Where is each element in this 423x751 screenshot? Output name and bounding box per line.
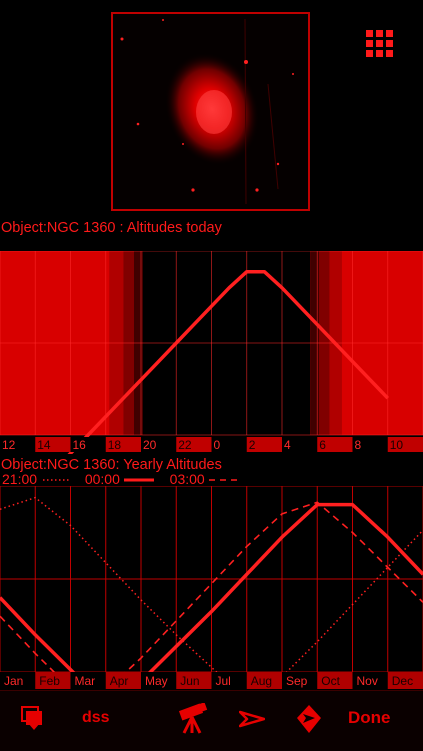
daily-hour-ticks: 12 14 16 18 20 22 0 2 4 6 8 10 (0, 437, 423, 452)
month-tick-label: Mar (75, 674, 96, 688)
hour-tick-label: 18 (108, 438, 122, 452)
legend-dotted-swatch (42, 479, 69, 482)
dss-button[interactable]: dss (82, 709, 110, 727)
month-tick-label: Jan (4, 674, 23, 688)
hour-tick-label: 20 (143, 438, 157, 452)
month-tick-label: Sep (286, 674, 308, 688)
month-tick-label: Feb (39, 674, 60, 688)
goto-target-icon[interactable] (296, 704, 322, 734)
legend-dashed-swatch (208, 479, 239, 482)
pointer-arrow-icon[interactable] (238, 710, 266, 728)
done-button[interactable]: Done (348, 708, 391, 728)
yearly-altitude-chart: Jan Feb Mar Apr May Jun Jul Aug Sep Oct Nov Dec (0, 486, 423, 689)
yearly-legend: 21:00 00:00 03:00 (2, 471, 239, 487)
month-ticks: Jan Feb Mar Apr May Jun Jul Aug Sep Oct Nov Dec (0, 672, 423, 689)
hour-tick-label: 10 (390, 438, 404, 452)
legend-time-0000: 00:00 (84, 471, 120, 487)
layers-icon[interactable] (20, 705, 48, 733)
grid-menu-icon[interactable] (366, 30, 393, 57)
hour-tick-label: 6 (319, 438, 326, 452)
hour-tick-label: 16 (73, 438, 87, 452)
month-tick-label: Oct (321, 674, 340, 688)
month-tick-label: Aug (251, 674, 272, 688)
hour-tick-label: 14 (37, 438, 51, 452)
month-tick-label: Nov (357, 674, 378, 688)
month-tick-label: Dec (392, 674, 413, 688)
legend-time-0300: 03:00 (169, 471, 205, 487)
telescope-icon[interactable] (178, 702, 208, 735)
month-tick-label: Jul (216, 674, 231, 688)
hour-tick-label: 12 (2, 438, 16, 452)
month-tick-label: Jun (180, 674, 199, 688)
daily-altitude-chart: 12 14 16 18 20 22 0 2 4 6 8 10 (0, 251, 423, 454)
altitude-chart-title: Object:NGC 1360 : Altitudes today (1, 220, 222, 236)
hour-tick-label: 8 (355, 438, 362, 452)
hour-tick-label: 4 (284, 438, 291, 452)
object-image[interactable] (111, 12, 310, 211)
hour-tick-label: 0 (214, 438, 221, 452)
legend-time-2100: 21:00 (2, 471, 38, 487)
month-tick-label: May (145, 674, 168, 688)
legend-solid-swatch (123, 478, 154, 482)
galaxy-image (113, 14, 308, 209)
month-tick-label: Apr (110, 674, 129, 688)
hour-tick-label: 2 (249, 438, 256, 452)
hour-tick-label: 22 (178, 438, 192, 452)
bottom-toolbar: dss Done (0, 690, 423, 751)
